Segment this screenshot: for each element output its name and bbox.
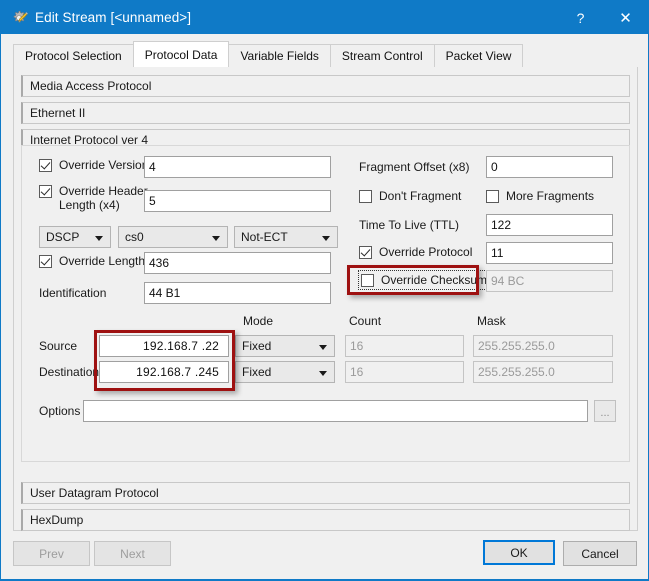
window-title: Edit Stream [<unnamed>] <box>35 10 192 25</box>
options-browse-button[interactable]: ... <box>594 400 616 422</box>
dialog-button-bar: Prev Next OK Cancel <box>1 535 648 580</box>
override-protocol-checkbox[interactable]: Override Protocol <box>359 245 472 259</box>
override-length-checkbox[interactable]: Override Length <box>39 254 145 268</box>
override-header-length-label: Override Header Length (x4) <box>59 184 148 212</box>
total-length-input[interactable]: 436 <box>144 252 331 274</box>
chevron-down-icon <box>212 236 220 241</box>
identification-label: Identification <box>39 286 107 300</box>
destination-mode-dropdown[interactable]: Fixed <box>235 361 335 383</box>
identification-input[interactable]: 44 B1 <box>144 282 331 304</box>
fragment-offset-input[interactable]: 0 <box>486 156 613 178</box>
override-protocol-label: Override Protocol <box>379 245 473 259</box>
checkbox-box <box>486 190 499 203</box>
prev-button[interactable]: Prev <box>13 541 90 566</box>
ttl-label: Time To Live (TTL) <box>359 218 460 232</box>
protocol-input[interactable]: 11 <box>486 242 613 264</box>
source-mode-dropdown[interactable]: Fixed <box>235 335 335 357</box>
source-mode-value: Fixed <box>242 339 272 353</box>
gear-pencil-icon <box>10 9 29 27</box>
tab-protocol-selection[interactable]: Protocol Selection <box>13 44 134 67</box>
source-mask-input: 255.255.255.0 <box>473 335 613 357</box>
override-checksum-label: Override Checksum <box>381 273 488 287</box>
protocol-data-page: Media Access Protocol Ethernet II Intern… <box>13 67 638 531</box>
fragment-offset-label: Fragment Offset (x8) <box>359 160 470 174</box>
destination-address-input[interactable]: 192.168.7 .245 <box>99 361 229 383</box>
checksum-input: 94 BC <box>486 270 613 292</box>
tab-packet-view[interactable]: Packet View <box>433 44 524 67</box>
tab-protocol-data[interactable]: Protocol Data <box>132 41 230 67</box>
ttl-input[interactable]: 122 <box>486 214 613 236</box>
cancel-button[interactable]: Cancel <box>563 541 637 566</box>
more-fragments-checkbox[interactable]: More Fragments <box>486 189 594 203</box>
options-input[interactable] <box>83 400 588 422</box>
section-ethernet-ii[interactable]: Ethernet II <box>21 102 630 124</box>
destination-count-input: 16 <box>345 361 464 383</box>
destination-label: Destination <box>39 365 100 379</box>
title-bar: Edit Stream [<unnamed>] ? ✕ <box>1 1 648 34</box>
ecn-value: Not-ECT <box>241 230 288 244</box>
dscp-mode-value: DSCP <box>46 230 80 244</box>
mask-column-header: Mask <box>477 314 506 328</box>
checkbox-box <box>39 185 52 198</box>
tab-stream-control[interactable]: Stream Control <box>329 44 435 67</box>
header-length-input[interactable]: 5 <box>144 190 331 212</box>
version-input[interactable]: 4 <box>144 156 331 178</box>
section-media-access-protocol[interactable]: Media Access Protocol <box>21 75 630 97</box>
help-button[interactable]: ? <box>558 2 603 33</box>
dscp-mode-dropdown[interactable]: DSCP <box>39 226 111 248</box>
next-button[interactable]: Next <box>94 541 171 566</box>
source-count-input: 16 <box>345 335 464 357</box>
override-header-length-checkbox[interactable]: Override Header Length (x4) <box>39 184 148 212</box>
more-fragments-label: More Fragments <box>506 189 595 203</box>
dont-fragment-checkbox[interactable]: Don't Fragment <box>359 189 461 203</box>
chevron-down-icon <box>319 345 327 350</box>
close-button[interactable]: ✕ <box>603 2 648 33</box>
source-label: Source <box>39 339 78 353</box>
mode-column-header: Mode <box>243 314 274 328</box>
ecn-dropdown[interactable]: Not-ECT <box>234 226 338 248</box>
edit-stream-dialog: Edit Stream [<unnamed>] ? ✕ Protocol Sel… <box>0 0 649 581</box>
destination-mask-input: 255.255.255.0 <box>473 361 613 383</box>
ok-button[interactable]: OK <box>483 540 555 565</box>
section-hexdump[interactable]: HexDump <box>21 509 630 531</box>
chevron-down-icon <box>95 236 103 241</box>
tab-strip: Protocol Selection Protocol Data Variabl… <box>13 41 524 67</box>
checkbox-box <box>39 159 52 172</box>
override-version-checkbox[interactable]: Override Version <box>39 158 148 172</box>
source-address-input[interactable]: 192.168.7 .22 <box>99 335 229 357</box>
options-label: Options <box>39 404 81 418</box>
count-column-header: Count <box>349 314 382 328</box>
checkbox-box <box>359 246 372 259</box>
checkbox-box <box>361 274 374 287</box>
chevron-down-icon <box>322 236 330 241</box>
tab-variable-fields[interactable]: Variable Fields <box>228 44 331 67</box>
override-version-label: Override Version <box>59 158 149 172</box>
override-length-label: Override Length <box>59 254 146 268</box>
dscp-value: cs0 <box>125 230 144 244</box>
destination-mode-value: Fixed <box>242 365 272 379</box>
checkbox-box <box>359 190 372 203</box>
chevron-down-icon <box>319 371 327 376</box>
ipv4-fields-panel: Override Version 4 Override Header Lengt… <box>21 145 630 462</box>
section-user-datagram-protocol[interactable]: User Datagram Protocol <box>21 482 630 504</box>
override-checksum-checkbox[interactable]: Override Checksum <box>357 270 492 290</box>
checkbox-box <box>39 255 52 268</box>
dont-fragment-label: Don't Fragment <box>379 189 462 203</box>
dscp-value-dropdown[interactable]: cs0 <box>118 226 228 248</box>
